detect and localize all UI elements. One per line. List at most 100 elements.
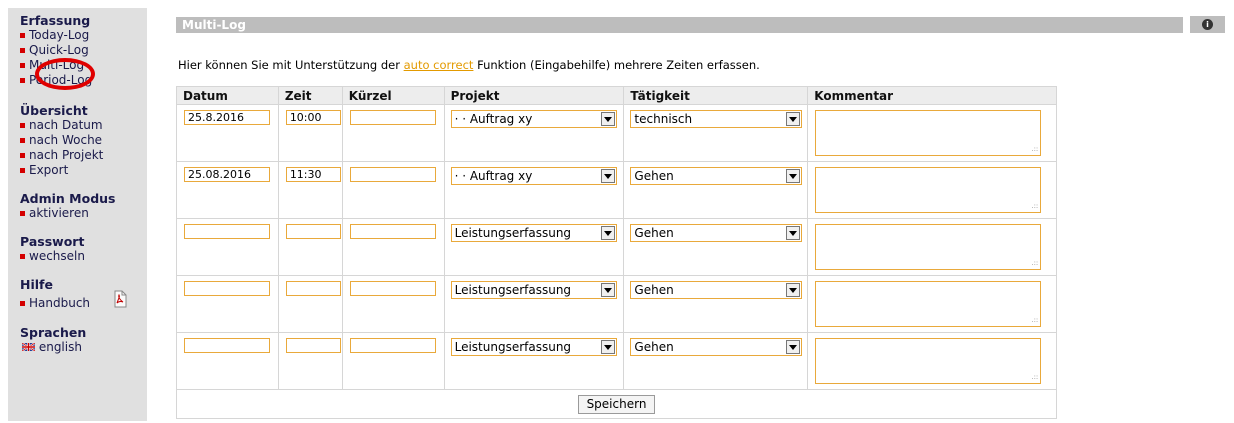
- datum-input[interactable]: [184, 281, 270, 296]
- bullet-icon: [20, 301, 25, 306]
- zeit-input[interactable]: [285, 338, 341, 353]
- sidebar-section-uebersicht: Übersicht nach Datum nach Woche nach Pro…: [20, 104, 103, 178]
- sidebar-item-english[interactable]: english: [20, 340, 86, 355]
- sidebar-section-title: Übersicht: [20, 103, 88, 118]
- sidebar-item-handbuch[interactable]: Handbuch: [20, 290, 127, 311]
- projekt-select[interactable]: Leistungserfassung: [450, 281, 617, 299]
- kuerzel-input[interactable]: [349, 110, 436, 125]
- save-button[interactable]: Speichern: [577, 394, 656, 414]
- datum-input[interactable]: [184, 224, 270, 239]
- kuerzel-input[interactable]: [349, 281, 436, 296]
- kommentar-textarea[interactable]: .::: [815, 338, 1042, 384]
- taetigkeit-select[interactable]: Gehen: [630, 167, 803, 185]
- bullet-icon: [20, 168, 25, 173]
- column-header-zeit: Zeit: [277, 86, 343, 105]
- column-header-kommentar: Kommentar: [807, 86, 1057, 105]
- sidebar-section-title: Hilfe: [20, 277, 53, 292]
- table-row: 25.08.2016 11:30 · · Auftrag xy Gehen .:…: [176, 161, 1057, 219]
- chevron-down-icon[interactable]: [786, 226, 801, 240]
- auto-correct-link[interactable]: auto correct: [404, 58, 474, 72]
- resize-grip-icon[interactable]: .::: [1031, 260, 1038, 267]
- page-title: Multi-Log: [182, 18, 246, 32]
- sidebar-section-sprachen: Sprachen english: [20, 326, 86, 355]
- page-title-bar: Multi-Log: [176, 17, 1183, 33]
- chevron-down-icon[interactable]: [600, 340, 615, 354]
- intro-text: Hier können Sie mit Unterstützung der au…: [178, 58, 760, 72]
- taetigkeit-select[interactable]: Gehen: [630, 281, 803, 299]
- table-footer-row: Speichern: [176, 389, 1057, 419]
- chevron-down-icon[interactable]: [786, 340, 801, 354]
- sidebar-section-title: Passwort: [20, 234, 85, 249]
- column-header-datum: Datum: [176, 86, 279, 105]
- kommentar-textarea[interactable]: .::: [815, 110, 1042, 156]
- pdf-icon[interactable]: [112, 290, 128, 308]
- sidebar-section-passwort: Passwort wechseln: [20, 235, 85, 264]
- kuerzel-input[interactable]: [349, 338, 436, 353]
- kuerzel-input[interactable]: [349, 224, 436, 239]
- column-header-taetigkeit: Tätigkeit: [623, 86, 809, 105]
- chevron-down-icon[interactable]: [600, 112, 615, 126]
- bullet-icon: [20, 211, 25, 216]
- sidebar-item-wechseln[interactable]: wechseln: [20, 249, 85, 264]
- sidebar-item-nach-datum[interactable]: nach Datum: [20, 118, 103, 133]
- sidebar-item-aktivieren[interactable]: aktivieren: [20, 206, 116, 221]
- sidebar-item-quick-log[interactable]: Quick-Log: [20, 43, 92, 58]
- chevron-down-icon[interactable]: [786, 283, 801, 297]
- info-icon: i: [1202, 19, 1213, 30]
- datum-input[interactable]: [184, 338, 270, 353]
- resize-grip-icon[interactable]: .::: [1031, 317, 1038, 324]
- kommentar-textarea[interactable]: .::: [815, 281, 1042, 327]
- info-button[interactable]: i: [1190, 16, 1225, 33]
- sidebar: Erfassung Today-Log Quick-Log Multi-Log …: [8, 8, 147, 421]
- sidebar-item-export[interactable]: Export: [20, 163, 103, 178]
- zeit-input[interactable]: [285, 281, 341, 296]
- datum-input[interactable]: 25.8.2016: [184, 110, 270, 125]
- sidebar-section-title: Sprachen: [20, 325, 87, 340]
- zeit-input[interactable]: [285, 224, 341, 239]
- chevron-down-icon[interactable]: [786, 169, 801, 183]
- bullet-icon: [20, 33, 25, 38]
- sidebar-item-nach-projekt[interactable]: nach Projekt: [20, 148, 103, 163]
- kuerzel-input[interactable]: [349, 167, 436, 182]
- projekt-select[interactable]: · · Auftrag xy: [450, 110, 617, 128]
- column-header-kuerzel: Kürzel: [341, 86, 445, 105]
- projekt-select[interactable]: Leistungserfassung: [450, 224, 617, 242]
- chevron-down-icon[interactable]: [600, 283, 615, 297]
- table-row: Leistungserfassung Gehen .::: [176, 275, 1057, 333]
- datum-input[interactable]: 25.08.2016: [184, 167, 270, 182]
- uk-flag-icon: [21, 342, 36, 352]
- sidebar-section-title: Erfassung: [20, 13, 91, 28]
- kommentar-textarea[interactable]: .::: [815, 167, 1042, 213]
- column-header-projekt: Projekt: [443, 86, 625, 105]
- resize-grip-icon[interactable]: .::: [1031, 374, 1038, 381]
- zeit-input[interactable]: 10:00: [285, 110, 341, 125]
- multi-log-table: Datum Zeit Kürzel Projekt Tätigkeit Komm…: [176, 86, 1057, 419]
- projekt-select[interactable]: Leistungserfassung: [450, 338, 617, 356]
- chevron-down-icon[interactable]: [600, 169, 615, 183]
- resize-grip-icon[interactable]: .::: [1031, 203, 1038, 210]
- bullet-icon: [20, 254, 25, 259]
- sidebar-section-admin: Admin Modus aktivieren: [20, 192, 116, 221]
- table-row: Leistungserfassung Gehen .::: [176, 218, 1057, 276]
- bullet-icon: [20, 78, 25, 83]
- taetigkeit-select[interactable]: technisch: [630, 110, 803, 128]
- resize-grip-icon[interactable]: .::: [1031, 146, 1038, 153]
- bullet-icon: [20, 138, 25, 143]
- zeit-input[interactable]: 11:30: [285, 167, 341, 182]
- kommentar-textarea[interactable]: .::: [815, 224, 1042, 270]
- bullet-icon: [20, 63, 25, 68]
- table-row: 25.8.2016 10:00 · · Auftrag xy technisch…: [176, 104, 1057, 162]
- sidebar-item-nach-woche[interactable]: nach Woche: [20, 133, 103, 148]
- projekt-select[interactable]: · · Auftrag xy: [450, 167, 617, 185]
- taetigkeit-select[interactable]: Gehen: [630, 338, 803, 356]
- highlight-circle: [35, 58, 95, 90]
- sidebar-item-today-log[interactable]: Today-Log: [20, 28, 92, 43]
- bullet-icon: [20, 48, 25, 53]
- bullet-icon: [20, 123, 25, 128]
- table-row: Leistungserfassung Gehen .::: [176, 332, 1057, 390]
- chevron-down-icon[interactable]: [786, 112, 801, 126]
- bullet-icon: [20, 153, 25, 158]
- taetigkeit-select[interactable]: Gehen: [630, 224, 803, 242]
- chevron-down-icon[interactable]: [600, 226, 615, 240]
- table-header-row: Datum Zeit Kürzel Projekt Tätigkeit Komm…: [176, 86, 1057, 105]
